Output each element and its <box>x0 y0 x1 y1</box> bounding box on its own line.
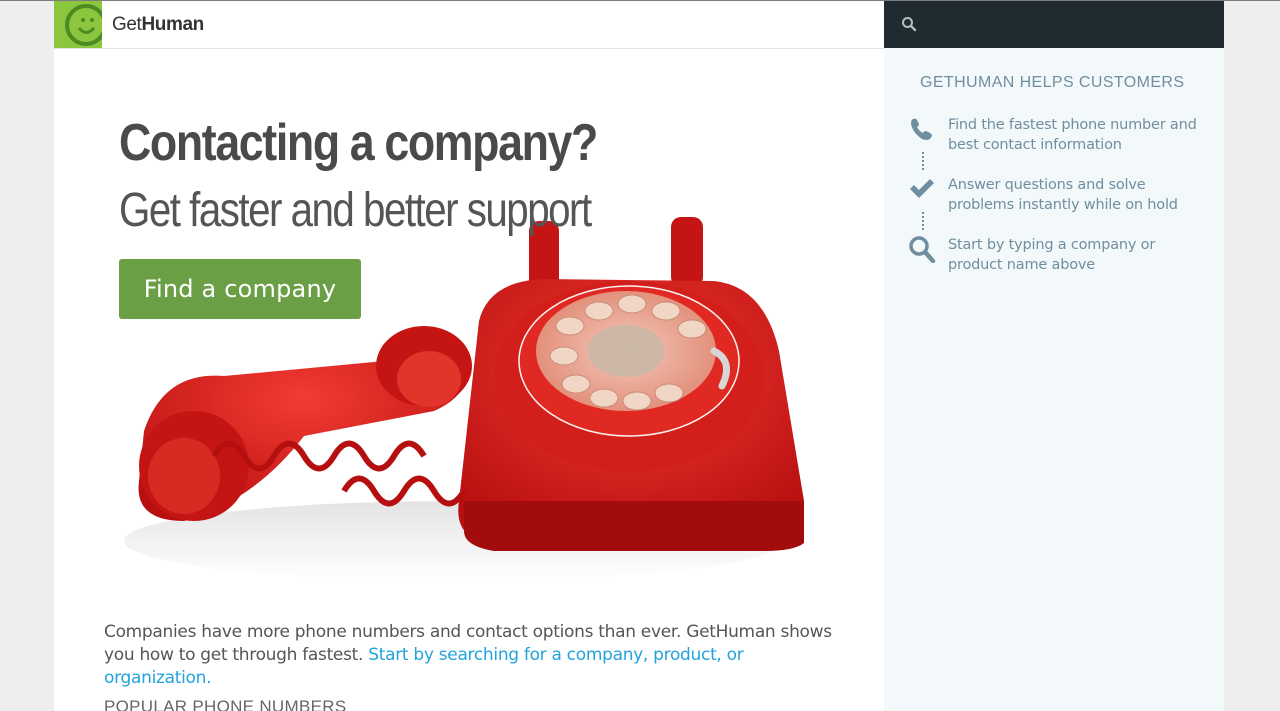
header-divider <box>54 48 884 49</box>
brand-bold: Human <box>141 14 204 35</box>
intro-paragraph: Companies have more phone numbers and co… <box>104 621 844 690</box>
step-text-search: Start by typing a company or product nam… <box>948 237 1156 273</box>
check-icon <box>910 179 934 198</box>
step-text-check: Answer questions and solve problems inst… <box>948 177 1178 213</box>
hero-title: Contacting a company? <box>119 114 598 172</box>
find-a-company-button[interactable]: Find a company <box>119 259 361 319</box>
step-connector <box>922 152 924 170</box>
search-icon <box>909 236 936 263</box>
popular-phone-numbers-heading: POPULAR PHONE NUMBERS <box>104 697 347 711</box>
sidebar-title: GETHUMAN HELPS CUSTOMERS <box>920 74 1185 91</box>
search-input[interactable] <box>884 1 1224 48</box>
gethuman-logo[interactable] <box>54 1 102 48</box>
step-text-phone: Find the fastest phone number and best c… <box>948 117 1197 153</box>
phone-icon <box>911 118 932 140</box>
search-icon <box>902 17 917 32</box>
hero-subtitle: Get faster and better support <box>119 184 592 237</box>
smiley-logo-icon <box>65 4 102 46</box>
brand-name: GetHuman <box>112 14 204 36</box>
sidebar: GETHUMAN HELPS CUSTOMERS Find the fastes… <box>884 48 1224 711</box>
step-connector <box>922 212 924 230</box>
page-container: GetHuman Contacting a company? Get faste… <box>54 1 1224 711</box>
brand-light: Get <box>112 14 142 35</box>
